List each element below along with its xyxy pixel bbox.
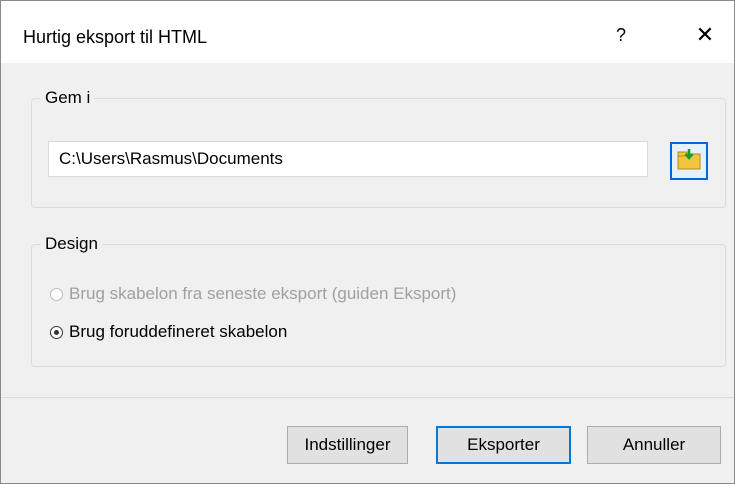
save-location-group: Gem i — [31, 88, 726, 208]
settings-button[interactable]: Indstillinger — [287, 426, 408, 464]
cancel-button[interactable]: Annuller — [587, 426, 721, 464]
export-dialog: Hurtig eksport til HTML ? ✕ Gem i Design… — [0, 0, 735, 484]
design-label: Design — [41, 234, 102, 254]
dialog-title: Hurtig eksport til HTML — [23, 27, 208, 47]
radio-last-template[interactable] — [50, 287, 63, 301]
footer-separator — [1, 397, 734, 398]
title-bar: Hurtig eksport til HTML ? ✕ — [1, 1, 734, 63]
design-group: Design Brug skabelon fra seneste eksport… — [31, 234, 726, 367]
radio-last-template-label: Brug skabelon fra seneste eksport (guide… — [69, 284, 457, 303]
export-button[interactable]: Eksporter — [436, 426, 571, 464]
folder-icon — [677, 148, 701, 175]
path-input[interactable] — [48, 141, 648, 177]
radio-last-template-option[interactable]: Brug skabelon fra seneste eksport (guide… — [50, 284, 456, 304]
radio-predefined-template-option[interactable]: Brug foruddefineret skabelon — [50, 322, 287, 342]
save-location-label: Gem i — [41, 88, 95, 108]
close-button[interactable]: ✕ — [681, 15, 729, 55]
browse-folder-button[interactable] — [670, 142, 708, 180]
help-button[interactable]: ? — [597, 15, 645, 55]
radio-predefined-template[interactable] — [50, 325, 63, 339]
radio-predefined-template-label: Brug foruddefineret skabelon — [69, 322, 288, 341]
